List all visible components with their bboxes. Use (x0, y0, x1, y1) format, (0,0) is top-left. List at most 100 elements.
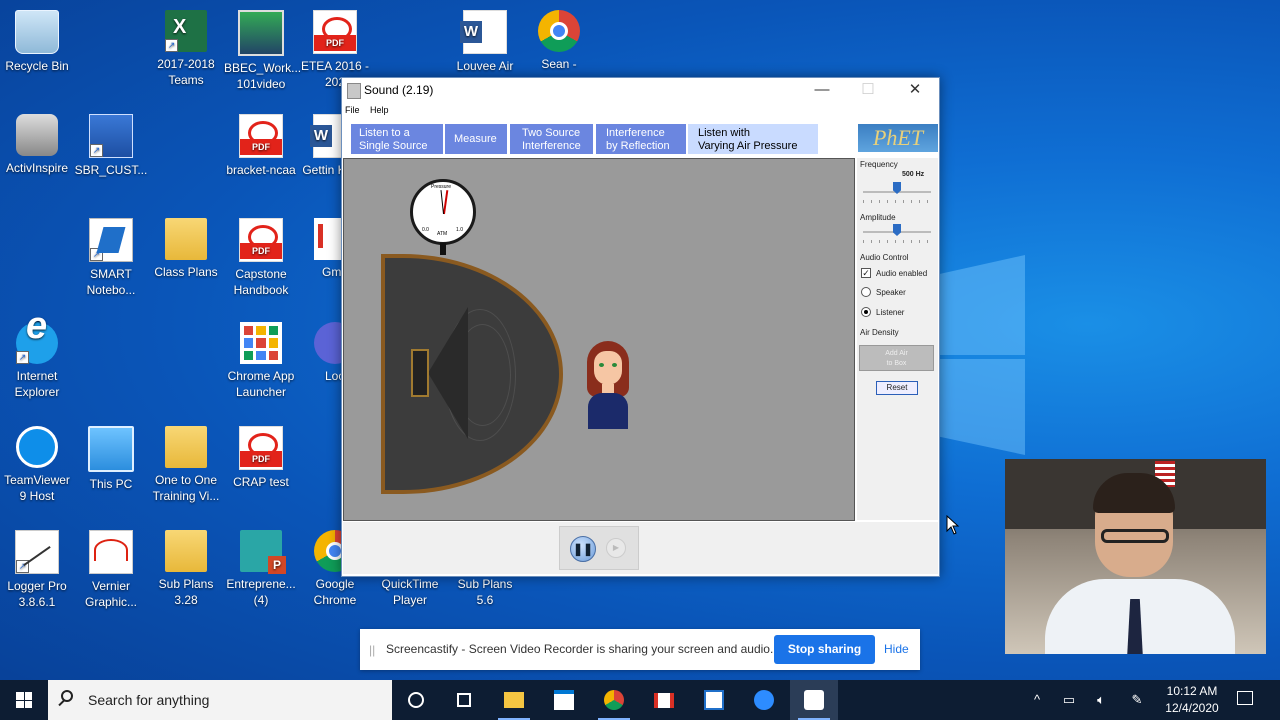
taskbar-zoom[interactable] (740, 680, 788, 720)
task-view-button[interactable] (440, 680, 488, 720)
audio-enabled-checkbox[interactable]: ✓ (861, 268, 871, 278)
tab-two-source[interactable]: Two Source Interference (510, 124, 593, 154)
webcam-overlay (1005, 459, 1266, 654)
playback-controls: ❚❚ ▶ (343, 522, 938, 574)
reset-button[interactable]: Reset (876, 381, 918, 395)
maximize-button[interactable]: ☐ (845, 78, 891, 102)
listener-body (588, 393, 628, 429)
drag-handle-icon[interactable]: || (369, 643, 375, 657)
desktop-icon-class-plans[interactable]: Class Plans (149, 212, 223, 280)
desktop-icon-logger-pro[interactable]: ↗ Logger Pro 3.8.6.1 (0, 524, 74, 610)
desktop-icon-teams[interactable]: ↗2017-2018 Teams (149, 4, 223, 88)
tab-measure[interactable]: Measure (445, 124, 507, 154)
teamviewer-icon (16, 426, 58, 468)
file-explorer-icon (504, 692, 524, 708)
notifications-icon[interactable] (1237, 691, 1253, 705)
close-button[interactable]: ✕ (892, 78, 938, 102)
battery-icon[interactable]: ▭ (1054, 680, 1084, 720)
desktop-icon-chrome-apps[interactable]: Chrome App Launcher (224, 316, 298, 400)
menu-help[interactable]: Help (370, 105, 389, 115)
desktop-icon-entrepreneur[interactable]: Entreprene... (4) (224, 524, 298, 608)
amplitude-slider-thumb[interactable] (893, 224, 901, 236)
system-clock[interactable]: 10:12 AM 12/4/2020 (1158, 683, 1226, 717)
desktop-icon-bbec[interactable]: BBEC_Work... 101video (224, 4, 301, 92)
logger-pro-icon: ↗ (15, 530, 59, 574)
taskbar-smart-notebook[interactable] (690, 680, 738, 720)
search-placeholder: Search for anything (88, 692, 210, 708)
clock-date: 12/4/2020 (1165, 701, 1219, 715)
frequency-value: 500 Hz (902, 171, 925, 178)
doc-icon: ↗ (89, 114, 133, 158)
windows-logo-light-beams (935, 255, 1030, 455)
taskbar-store[interactable] (540, 680, 588, 720)
desktop-icon-bracket[interactable]: bracket-ncaa (224, 108, 298, 178)
share-message: Screencastify - Screen Video Recorder is… (386, 642, 774, 656)
desktop-icon-ie[interactable]: ↗Internet Explorer (0, 316, 74, 400)
desktop-icon-activinspire[interactable]: ActivInspire (0, 108, 74, 176)
taskbar-search[interactable]: Search for anything (48, 680, 392, 720)
minimize-button[interactable]: — (799, 78, 845, 102)
app-launcher-icon (240, 322, 282, 364)
java-icon (804, 690, 824, 710)
chrome-icon (538, 10, 580, 52)
powerpoint-icon (240, 530, 286, 574)
start-button[interactable] (0, 680, 48, 720)
desktop-icon-louvee[interactable]: Louvee Air (448, 4, 522, 74)
listener-person[interactable] (584, 339, 632, 431)
tab-varying-air-pressure[interactable]: Listen with Varying Air Pressure (688, 124, 818, 154)
desktop-icon-teamviewer[interactable]: TeamViewer 9 Host (0, 420, 74, 504)
desktop-icon-capstone[interactable]: Capstone Handbook (224, 212, 298, 298)
internet-explorer-icon: ↗ (16, 318, 58, 364)
desktop-icon-smart[interactable]: ↗ SMART Notebo... (74, 212, 148, 298)
hide-button[interactable]: Hide (884, 642, 909, 656)
taskbar-chrome[interactable] (590, 680, 638, 720)
speaker-icon[interactable] (411, 349, 429, 397)
task-view-icon (457, 693, 471, 707)
zoom-icon (754, 690, 774, 710)
taskbar-file-explorer[interactable] (490, 680, 538, 720)
desktop-icon-sbr[interactable]: ↗ SBR_CUST... (74, 108, 148, 178)
smart-notebook-icon: ↗ (89, 218, 133, 262)
window-titlebar[interactable]: Sound (2.19) — ☐ ✕ (342, 78, 939, 102)
vernier-icon (89, 530, 133, 574)
simulation-canvas[interactable]: Pressure 0.0 ATM 1.0 (343, 158, 855, 521)
pen-icon[interactable]: ✎ (1122, 680, 1152, 720)
cortana-button[interactable] (392, 680, 440, 720)
gauge-needle (443, 190, 449, 215)
tab-row: Listen to a Single Source Measure Two So… (343, 122, 938, 156)
step-button[interactable]: ▶ (606, 538, 626, 558)
listener-radio[interactable] (861, 307, 871, 317)
volume-icon[interactable]: 🔈︎ (1086, 680, 1116, 720)
desktop-icon-sub-plans-328[interactable]: Sub Plans 3.28 (149, 524, 223, 608)
desktop-icon-vernier[interactable]: Vernier Graphic... (74, 524, 148, 610)
excel-icon: ↗ (165, 10, 207, 52)
desktop-icon-sean[interactable]: Sean - (522, 4, 596, 72)
stop-sharing-button[interactable]: Stop sharing (774, 635, 875, 664)
frequency-label: Frequency (860, 160, 898, 169)
pdf-icon (239, 218, 283, 262)
desktop-icon-this-pc[interactable]: This PC (74, 420, 148, 492)
speaker-radio[interactable] (861, 287, 871, 297)
pressure-gauge: Pressure 0.0 ATM 1.0 (410, 179, 476, 245)
listener-eye (599, 363, 604, 367)
smart-notebook-icon (704, 690, 724, 710)
taskbar-java[interactable] (790, 680, 838, 720)
desktop-icon-one-to-one[interactable]: One to One Training Vi... (149, 420, 223, 504)
tab-reflection[interactable]: Interference by Reflection (596, 124, 686, 154)
menu-file[interactable]: File (345, 105, 360, 115)
audio-enabled-label: Audio enabled (876, 269, 928, 278)
word-icon (460, 10, 507, 54)
mouse-cursor-icon (946, 515, 960, 535)
computer-icon (88, 426, 134, 472)
taskbar-gmail[interactable] (640, 680, 688, 720)
taskbar: Search for anything ^ ▭ 🔈︎ ✎ 10:12 AM 12… (0, 680, 1280, 720)
desktop-icon-recycle-bin[interactable]: Recycle Bin (0, 4, 74, 74)
pause-button[interactable]: ❚❚ (570, 536, 596, 562)
add-air-text: Add Air (885, 350, 908, 357)
webcam-person-glasses (1101, 529, 1169, 543)
show-hidden-icons-button[interactable]: ^ (1022, 680, 1052, 720)
tab-single-source[interactable]: Listen to a Single Source (351, 124, 443, 154)
desktop-icon-crap-test[interactable]: CRAP test (224, 420, 298, 490)
add-air-text: to Box (886, 360, 907, 367)
add-air-button[interactable]: Add Air to Box (859, 345, 934, 371)
